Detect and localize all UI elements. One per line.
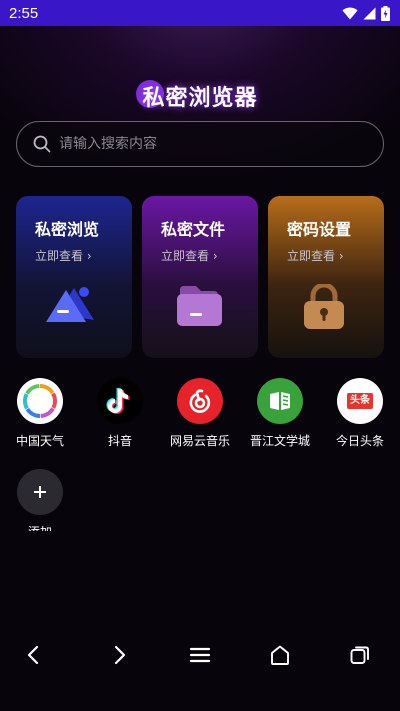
- app-toutiao[interactable]: 头条 今日头条: [320, 378, 400, 449]
- card-password-settings[interactable]: 密码设置 立即查看 ›: [268, 196, 384, 358]
- back-button[interactable]: [21, 643, 45, 667]
- lock-icon: [304, 284, 344, 329]
- wifi-icon: [342, 7, 358, 19]
- add-shortcut[interactable]: 添加: [0, 469, 80, 531]
- chevron-left-icon: [27, 645, 39, 665]
- search-icon: [33, 135, 51, 153]
- forward-button[interactable]: [108, 643, 132, 667]
- card-private-files[interactable]: 私密文件 立即查看 ›: [142, 196, 258, 358]
- app-title-text: 私密浏览器: [142, 86, 258, 111]
- china-weather-icon: [17, 378, 63, 424]
- tabs-icon: [350, 646, 369, 664]
- toutiao-icon: 头条: [337, 378, 383, 424]
- add-button[interactable]: [17, 469, 63, 515]
- card-title: 私密文件: [161, 220, 226, 239]
- status-bar: 2:55: [0, 0, 400, 26]
- feature-cards: 私密浏览 立即查看 › 私密文件 立即查看 › 密码设置 立即查看 ›: [16, 196, 384, 358]
- card-view-link[interactable]: 立即查看 ›: [35, 247, 132, 264]
- home-button[interactable]: [268, 643, 292, 667]
- chevron-right-icon: [114, 645, 126, 665]
- bottom-nav: [0, 630, 400, 680]
- mountain-icon: [46, 287, 94, 322]
- search-input[interactable]: [59, 136, 359, 152]
- status-icons: [342, 5, 390, 21]
- app-netease-music[interactable]: 网易云音乐: [160, 378, 240, 449]
- plus-icon: [34, 486, 46, 498]
- search-bar[interactable]: [16, 121, 384, 167]
- status-time: 2:55: [9, 4, 39, 22]
- toutiao-logo-text: 头条: [347, 393, 373, 409]
- app-label: 中国天气: [15, 434, 64, 448]
- app-label: 晋江文学城: [249, 434, 310, 448]
- card-title: 私密浏览: [35, 220, 100, 239]
- menu-icon: [189, 647, 211, 663]
- folder-icon: [177, 286, 222, 326]
- home-icon: [271, 645, 289, 665]
- netease-music-icon: [177, 378, 223, 424]
- app-jinjiang[interactable]: 晋江文学城: [240, 378, 320, 449]
- card-private-browse[interactable]: 私密浏览 立即查看 ›: [16, 196, 132, 358]
- app-douyin[interactable]: 抖音: [80, 378, 160, 449]
- app-label: 网易云音乐: [169, 434, 230, 448]
- battery-charging-icon: [381, 5, 390, 21]
- card-title: 密码设置: [287, 220, 352, 239]
- card-view-link[interactable]: 立即查看 ›: [161, 247, 258, 264]
- douyin-icon: [97, 378, 143, 424]
- tabs-button[interactable]: [348, 643, 372, 667]
- menu-button[interactable]: [188, 643, 212, 667]
- card-view-link[interactable]: 立即查看 ›: [287, 247, 384, 264]
- add-label: 添加: [0, 523, 80, 531]
- signal-icon: [363, 7, 376, 19]
- jinjiang-icon: [257, 378, 303, 424]
- app-label: 抖音: [107, 434, 132, 448]
- app-title: 私密浏览器: [0, 80, 400, 112]
- app-china-weather[interactable]: 中国天气: [0, 378, 80, 449]
- app-shortcuts: 中国天气 抖音 网易云音乐 晋江文学城 头条 今日头条: [0, 378, 400, 448]
- app-label: 今日头条: [335, 434, 384, 448]
